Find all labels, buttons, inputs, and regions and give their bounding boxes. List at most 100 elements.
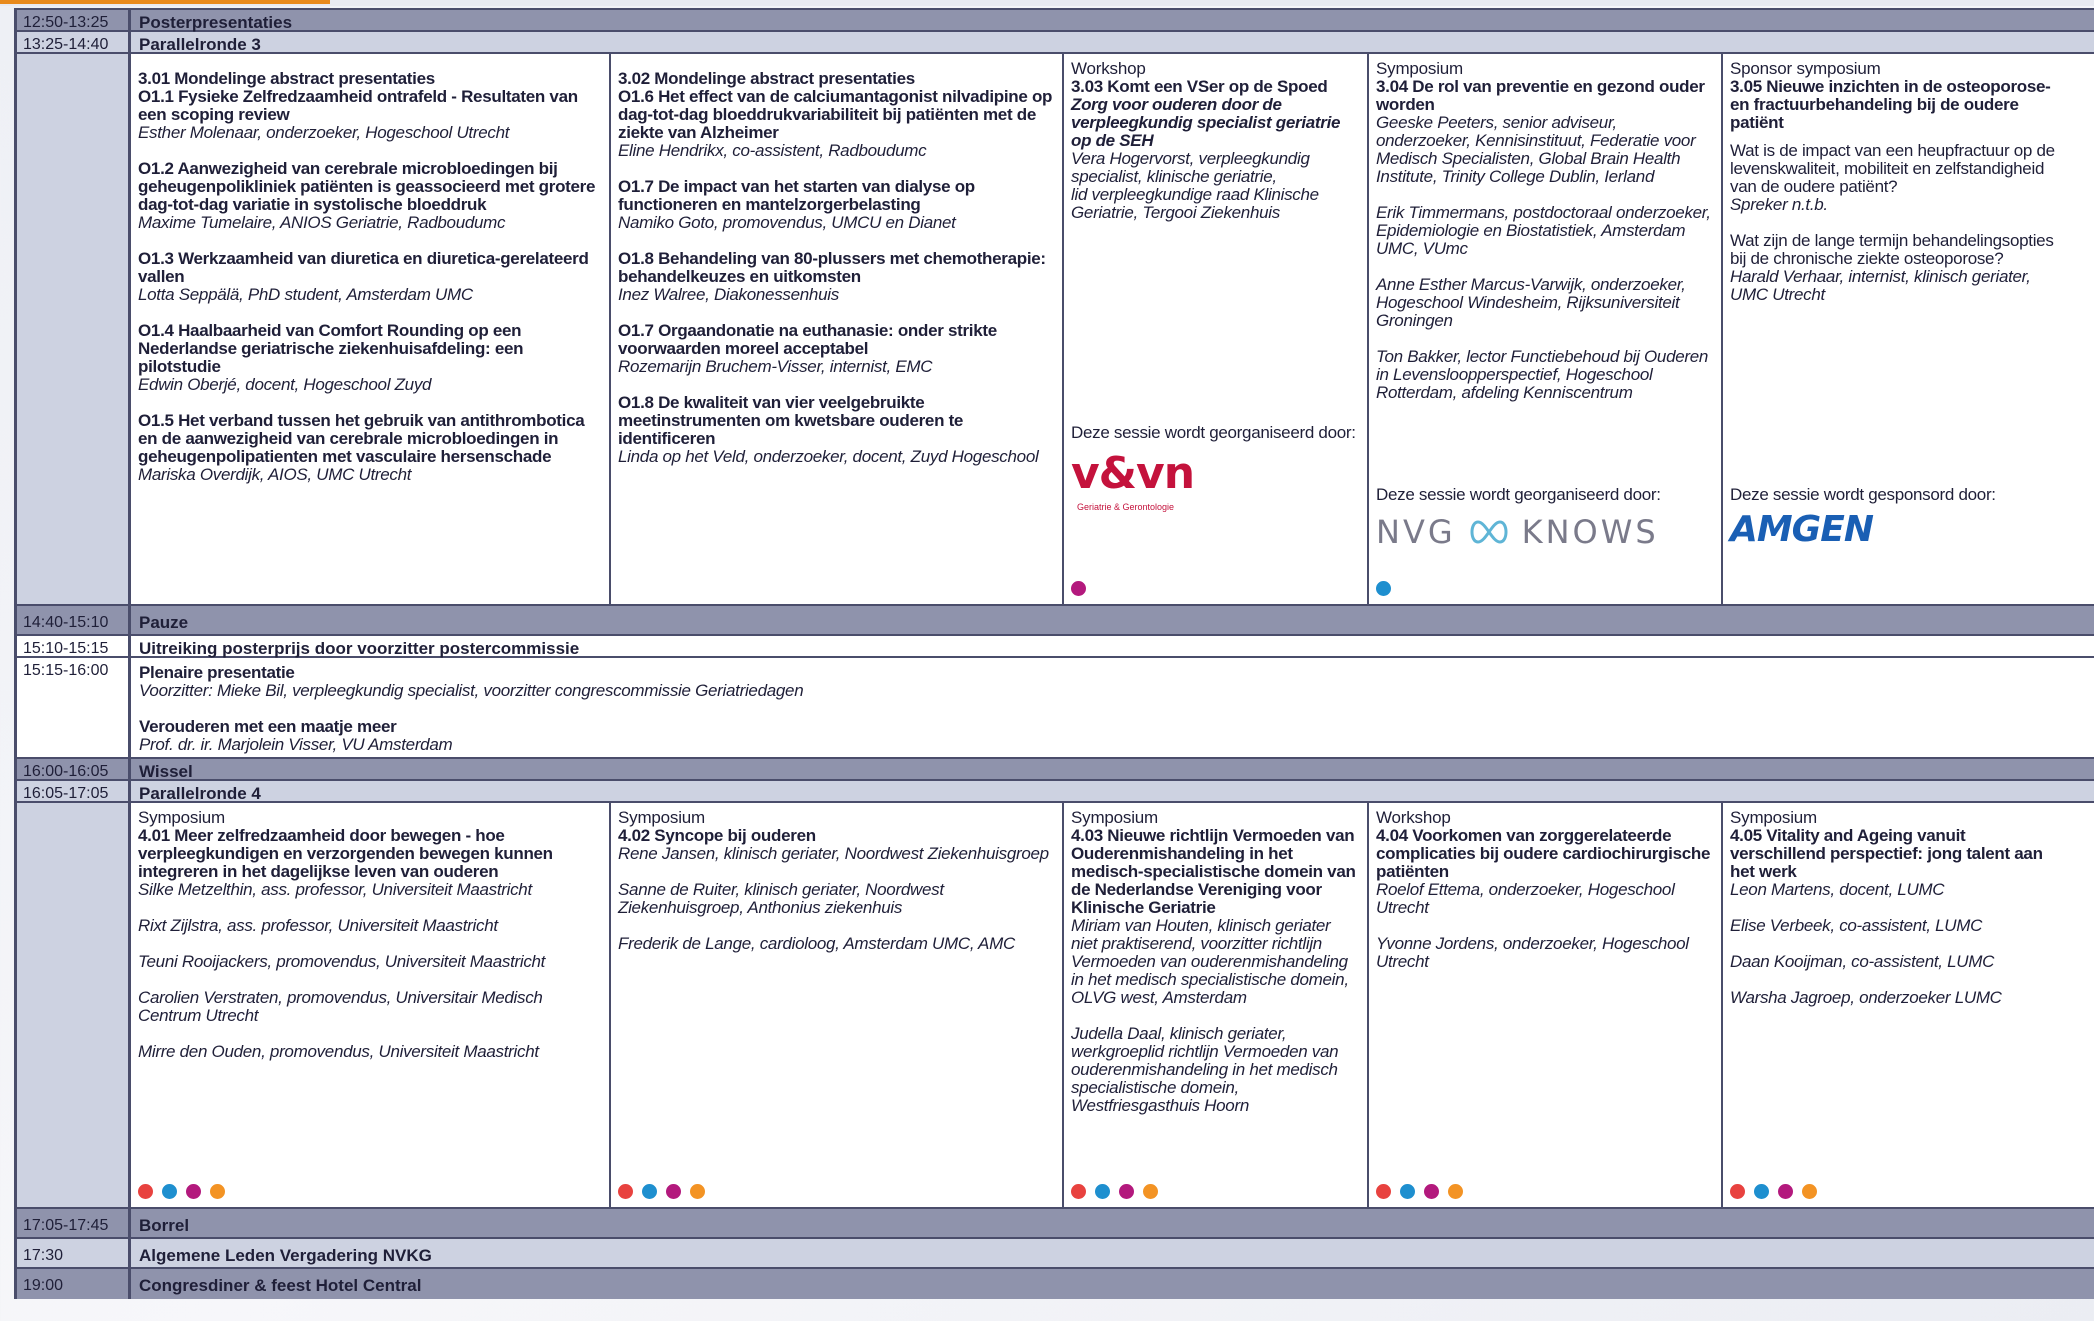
speaker: Rixt Zijlstra, ass. professor, Universit… (138, 916, 498, 935)
session-title: 4.05 Vitality and Ageing vanuit verschil… (1730, 826, 2043, 881)
session-3-04: Symposium 3.04 De rol van preventie en g… (1369, 54, 1723, 604)
time-cell: 13:25-14:40 (17, 32, 131, 53)
speaker: Linda op het Veld, onderzoeker, docent, … (618, 447, 1039, 466)
row-label: Algemene Leden Vergadering NVKG (139, 1246, 432, 1265)
sessions-4: Symposium 4.01 Meer zelfredzaamheid door… (131, 803, 2094, 1207)
session-type: Symposium (138, 808, 226, 827)
session-4-04: Workshop 4.04 Voorkomen van zorggerelate… (1369, 803, 1723, 1207)
speaker: Rene Jansen, klinisch geriater, Noordwes… (618, 844, 1049, 863)
session-4-03: Symposium 4.03 Nieuwe richtlijn Vermoede… (1064, 803, 1369, 1207)
row-wissel: 16:00-16:05 Wissel (17, 759, 2094, 781)
speaker: Spreker n.t.b. (1730, 195, 1828, 214)
row-posterprijs: 15:10-15:15 Uitreiking posterprijs door … (17, 636, 2094, 658)
theme-dot-icon (210, 1184, 225, 1199)
theme-dot-icon (1071, 1184, 1086, 1199)
row-congresdiner: 19:00 Congresdiner & feest Hotel Central (17, 1269, 2094, 1299)
row-label: Pauze (139, 613, 189, 632)
speaker: Frederik de Lange, cardioloog, Amsterdam… (618, 934, 1015, 953)
theme-dots (1071, 1184, 1158, 1199)
plenary-title: Plenaire presentatie (139, 663, 295, 682)
theme-dot-icon (1400, 1184, 1415, 1199)
talk-title: O1.5 Het verband tussen het gebruik van … (138, 411, 585, 466)
speaker: Silke Metzelthin, ass. professor, Univer… (138, 880, 532, 899)
session-type: Symposium (1376, 59, 1464, 78)
chair: Voorzitter: Mieke Bil, verpleegkundig sp… (139, 681, 804, 700)
row-parallelronde-4: 16:05-17:05 Parallelronde 4 (17, 781, 2094, 803)
time-cell: 19:00 (17, 1269, 131, 1299)
session-3-03: Workshop 3.03 Komt een VSer op de Spoed … (1064, 54, 1369, 604)
speaker: Yvonne Jordens, onderzoeker, Hogeschool … (1376, 934, 1689, 971)
row-label: Wissel (139, 762, 193, 781)
row-label: Parallelronde 3 (139, 35, 261, 54)
talk-title: Verouderen met een maatje meer (139, 717, 397, 736)
theme-dot-icon (1448, 1184, 1463, 1199)
time-cell-empty (17, 803, 131, 1207)
session-title: 4.03 Nieuwe richtlijn Vermoeden van Oude… (1071, 826, 1356, 917)
time-cell: 16:00-16:05 (17, 759, 131, 780)
speaker: Eline Hendrikx, co-assistent, Radboudumc (618, 141, 927, 160)
theme-dot-icon (1754, 1184, 1769, 1199)
time-cell: 15:15-16:00 (17, 658, 131, 757)
theme-dot-icon (1095, 1184, 1110, 1199)
speaker: Miriam van Houten, klinisch geriater nie… (1071, 916, 1349, 1007)
speaker: Namiko Goto, promovendus, UMCU en Dianet (618, 213, 956, 232)
speaker: Harald Verhaar, internist, klinisch geri… (1730, 267, 2031, 304)
speaker: Judella Daal, klinisch geriater, werkgro… (1071, 1024, 1339, 1115)
speaker: Lotta Seppälä, PhD student, Amsterdam UM… (138, 285, 473, 304)
organizer-label: Deze sessie wordt georganiseerd door: (1071, 423, 1356, 442)
session-title: 4.02 Syncope bij ouderen (618, 826, 816, 845)
schedule-table: 12:50-13:25 Posterpresentaties 13:25-14:… (14, 8, 2094, 1299)
time-cell-empty (17, 54, 131, 604)
talk-title: O1.4 Haalbaarheid van Comfort Rounding o… (138, 321, 524, 376)
row-label: Borrel (139, 1216, 190, 1235)
speaker: Rozemarijn Bruchem-Visser, internist, EM… (618, 357, 933, 376)
theme-dot-icon (1376, 581, 1391, 596)
sponsor-label: Deze sessie wordt gesponsord door: (1730, 485, 1996, 504)
session-3-01: 3.01 Mondelinge abstract presentaties O1… (131, 54, 611, 604)
speaker: Vera Hogervorst, verpleegkundig speciali… (1071, 149, 1310, 186)
speaker: Leon Martens, docent, LUMC (1730, 880, 1945, 899)
theme-dot-icon (618, 1184, 633, 1199)
talk-title: O1.2 Aanwezigheid van cerebrale microblo… (138, 159, 596, 214)
theme-dot-icon (642, 1184, 657, 1199)
speaker: Erik Timmermans, postdoctoraal onderzoek… (1376, 203, 1711, 258)
row-label: Congresdiner & feest Hotel Central (139, 1276, 422, 1295)
row-borrel: 17:05-17:45 Borrel (17, 1209, 2094, 1239)
theme-dots (138, 1184, 225, 1199)
speaker: Inez Walree, Diakonessenhuis (618, 285, 839, 304)
session-type: Sponsor symposium (1730, 59, 1881, 78)
theme-dots (1376, 581, 1391, 596)
speaker: Sanne de Ruiter, klinisch geriater, Noor… (618, 880, 944, 917)
session-type: Workshop (1376, 808, 1451, 827)
time-cell: 15:10-15:15 (17, 636, 131, 657)
question: Wat is de impact van een heupfractuur op… (1730, 141, 2055, 196)
session-title: 3.05 Nieuwe inzichten in de osteoporose-… (1730, 77, 2051, 132)
theme-dot-icon (1424, 1184, 1439, 1199)
session-title: 4.01 Meer zelfredzaamheid door bewegen -… (138, 826, 553, 881)
theme-dots (1376, 1184, 1463, 1199)
session-3-02: 3.02 Mondelinge abstract presentaties O1… (611, 54, 1064, 604)
row-sessions-3: 3.01 Mondelinge abstract presentaties O1… (17, 54, 2094, 606)
session-title: 3.03 Komt een VSer op de Spoed Zorg voor… (1071, 77, 1341, 150)
speaker: Carolien Verstraten, promovendus, Univer… (138, 988, 543, 1025)
speaker: Roelof Ettema, onderzoeker, Hogeschool U… (1376, 880, 1675, 917)
theme-dots (618, 1184, 705, 1199)
theme-dot-icon (1802, 1184, 1817, 1199)
infinity-icon (1470, 520, 1508, 544)
row-sessions-4: Symposium 4.01 Meer zelfredzaamheid door… (17, 803, 2094, 1209)
session-title: 3.01 Mondelinge abstract presentaties (138, 69, 435, 88)
header-accent (0, 0, 330, 4)
talk-title: O1.8 Behandeling van 80-plussers met che… (618, 249, 1046, 286)
theme-dot-icon (1071, 581, 1086, 596)
row-label: Uitreiking posterprijs door voorzitter p… (139, 639, 580, 658)
row-plenaire: 15:15-16:00 Plenaire presentatie Voorzit… (17, 658, 2094, 759)
session-3-05: Sponsor symposium 3.05 Nieuwe inzichten … (1723, 54, 2071, 604)
talk-title: O1.1 Fysieke Zelfredzaamheid ontrafeld -… (138, 87, 578, 124)
theme-dot-icon (1119, 1184, 1134, 1199)
theme-dot-icon (138, 1184, 153, 1199)
speaker: Teuni Rooijackers, promovendus, Universi… (138, 952, 546, 971)
speaker: Daan Kooijman, co-assistent, LUMC (1730, 952, 1995, 971)
time-cell: 17:05-17:45 (17, 1209, 131, 1237)
row-label: Posterpresentaties (139, 13, 293, 32)
session-type: Symposium (1071, 808, 1159, 827)
